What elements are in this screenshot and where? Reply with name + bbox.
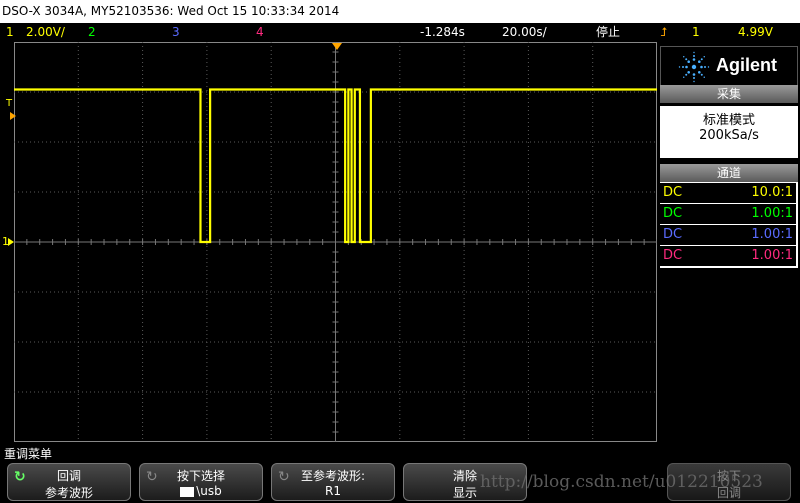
probe-ratio: 10.0:1	[751, 185, 793, 200]
run-state[interactable]: 停止	[596, 23, 620, 42]
trigger-position-marker-icon	[332, 43, 342, 50]
spark-center	[691, 64, 697, 70]
softkey-recall-reference[interactable]: ↻ 回调 参考波形	[7, 463, 131, 501]
usb-icon	[180, 486, 195, 497]
ch2-number[interactable]: 2	[88, 23, 96, 42]
agilent-spark-icon	[678, 51, 710, 83]
spark-dot	[700, 58, 703, 61]
spark-dot	[687, 71, 690, 74]
spark-dot	[685, 73, 688, 76]
spark-dot	[700, 65, 703, 69]
softkey-line2: 参考波形	[44, 486, 93, 500]
channel-row-2: DC 1.00:1	[660, 204, 796, 224]
probe-ratio: 1.00:1	[751, 248, 793, 263]
coupling: DC	[663, 185, 683, 200]
spark-dot	[692, 73, 696, 76]
coupling: DC	[663, 227, 683, 242]
coupling: DC	[663, 248, 683, 263]
probe-ratio: 1.00:1	[751, 206, 793, 221]
watermark: http://blog.csdn.net/u012210523	[480, 472, 763, 492]
spark-dot	[683, 76, 685, 78]
spark-dot	[707, 66, 710, 68]
brand-logo: Agilent	[716, 55, 777, 75]
usb-path: \usb	[196, 484, 222, 498]
trigger-channel: 1	[692, 25, 700, 39]
waveform-graticule	[13, 41, 800, 443]
trigger-level[interactable]: 4.99V	[738, 23, 773, 42]
menu-title: 重调菜单	[4, 447, 53, 461]
ch3-number[interactable]: 3	[172, 23, 180, 42]
softkey-line1: 回调	[56, 469, 81, 483]
coupling: DC	[663, 206, 683, 221]
spark-dot	[683, 56, 685, 58]
channel-row-3: DC 1.00:1	[660, 225, 796, 245]
spark-dot	[700, 73, 703, 76]
softkey-line2: \usb	[140, 484, 262, 498]
spark-dot	[682, 66, 684, 68]
acquisition-header: 采集	[660, 85, 798, 103]
channel-row-1: DC 10.0:1	[660, 183, 796, 203]
channel-row-4: DC 1.00:1	[660, 246, 796, 266]
spark-dot	[687, 60, 690, 63]
window-title-bar: DSO-X 3034A, MY52103536: Wed Oct 15 10:3…	[0, 0, 800, 23]
channels-box: DC 10.0:1 DC 1.00:1 DC 1.00:1 DC 1.00:1	[660, 182, 798, 268]
ch1-scale[interactable]: 2.00V/	[26, 23, 65, 42]
spark-dot	[703, 76, 705, 78]
sample-rate: 200kSa/s	[699, 128, 759, 143]
waveform-display[interactable]	[13, 41, 800, 443]
spark-dot	[678, 66, 681, 68]
spark-dot	[693, 80, 695, 83]
spark-dot	[693, 77, 695, 79]
trigger-level-arrow-icon	[10, 112, 16, 120]
softkey-line1: 按下选择	[176, 469, 225, 483]
trigger-edge-icon: ⮥	[660, 25, 668, 39]
spark-dot	[704, 66, 706, 68]
status-bar: 1 2.00V/ 2 3 4 -1.284s 20.00s/ 停止 ⮥ 1 4.…	[0, 23, 800, 42]
ground-arrow-icon	[8, 238, 14, 246]
timebase-scale[interactable]: 20.00s/	[502, 23, 547, 42]
softkey-line2: R1	[325, 484, 341, 498]
spark-dot	[685, 65, 688, 69]
spark-dot	[693, 55, 695, 57]
acquisition-box: 标准模式 200kSa/s	[660, 106, 798, 158]
acquisition-mode: 标准模式	[702, 113, 755, 128]
spark-dot	[693, 51, 695, 54]
horizontal-delay[interactable]: -1.284s	[420, 23, 465, 42]
probe-ratio: 1.00:1	[751, 227, 793, 242]
spark-dot	[692, 58, 696, 61]
softkey-to-reference[interactable]: ↻ 至参考波形: R1	[271, 463, 395, 501]
spark-dot	[698, 71, 701, 74]
spark-dot	[698, 60, 701, 63]
softkey-line1: 至参考波形:	[300, 469, 366, 483]
logo-box: Agilent	[660, 46, 798, 86]
spark-dot	[703, 56, 705, 58]
side-panel: Agilent 采集 标准模式 200kSa/s 通道 DC 10.0:1 DC…	[660, 42, 800, 442]
channels-header: 通道	[660, 164, 798, 182]
softkey-select-location[interactable]: ↻ 按下选择 \usb	[139, 463, 263, 501]
trigger-marker: T	[6, 98, 13, 109]
ch1-number[interactable]: 1	[6, 23, 14, 42]
spark-dot	[685, 58, 688, 61]
ch4-number[interactable]: 4	[256, 23, 264, 42]
